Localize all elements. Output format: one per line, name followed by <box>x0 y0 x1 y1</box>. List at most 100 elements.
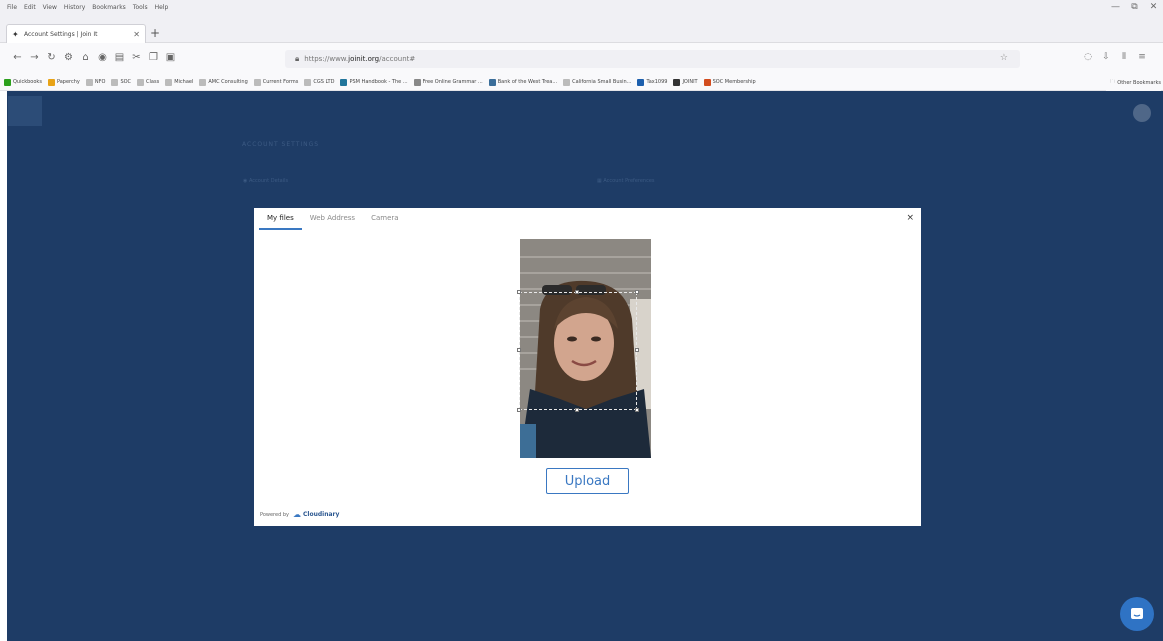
bookmark-star-icon[interactable]: ☆ <box>1000 53 1008 63</box>
settings-icon[interactable]: ⚙ <box>60 52 77 63</box>
maximize-button[interactable]: ⧉ <box>1125 2 1144 12</box>
bookmark-item[interactable]: Free Online Grammar ... <box>413 78 483 86</box>
user-avatar[interactable] <box>1133 104 1151 122</box>
home-icon[interactable]: ⌂ <box>77 52 94 63</box>
bookmark-label: CGS LTD <box>313 79 335 85</box>
paste-icon[interactable]: ▣ <box>162 52 179 63</box>
crop-handle-top-left[interactable] <box>517 290 521 294</box>
bookmark-item[interactable]: SOC <box>111 78 131 86</box>
crop-handle-bottom[interactable] <box>575 408 579 412</box>
crop-handle-right[interactable] <box>635 348 639 352</box>
browser-window: File Edit View History Bookmarks Tools H… <box>0 0 1163 641</box>
bookmark-favicon-icon <box>340 78 348 86</box>
bookmark-label: NFO <box>94 79 106 85</box>
account-preferences-option[interactable]: ▦ Account Preferences <box>597 178 655 184</box>
bookmark-label: PSM Handbook - The ... <box>349 79 408 85</box>
crop-handle-bottom-right[interactable] <box>635 408 639 412</box>
menu-tools[interactable]: Tools <box>133 4 148 11</box>
close-window-button[interactable]: ✕ <box>1144 2 1163 12</box>
bookmark-item[interactable]: Bank of the West Trea... <box>488 78 557 86</box>
other-bookmarks[interactable]: 🗀 Other Bookmarks <box>1106 74 1161 91</box>
url-bar[interactable]: 🔒︎ https://www.joinit.org/account# ☆ <box>285 50 1020 68</box>
chat-button[interactable] <box>1120 597 1154 631</box>
back-button[interactable]: ← <box>9 52 26 63</box>
bookmark-label: Current Forms <box>262 79 299 85</box>
account-details-option[interactable]: ◉ Account Details <box>243 178 288 184</box>
bookmark-favicon-icon <box>673 78 681 86</box>
navigation-bar: ← → ↻ ⚙ ⌂ ◉ ▤ ✂ ❐ ▣ 🔒︎ https://www.joini… <box>0 43 1163 74</box>
menu-edit[interactable]: Edit <box>24 4 36 11</box>
upload-dialog: My files Web Address Camera × Upload Pow… <box>254 208 921 526</box>
tab-close-icon[interactable]: ✕ <box>133 30 140 39</box>
bookmark-label: Free Online Grammar ... <box>422 79 483 85</box>
bookmark-item[interactable]: Current Forms <box>253 78 299 86</box>
bookmark-item[interactable]: Quickbooks <box>4 78 42 86</box>
tab-title: Account Settings | Join It <box>24 31 98 38</box>
menu-bookmarks[interactable]: Bookmarks <box>92 4 126 11</box>
bookmark-label: Tax1099 <box>646 79 668 85</box>
cut-icon[interactable]: ✂ <box>128 52 145 63</box>
bookmark-favicon-icon <box>85 78 93 86</box>
bookmark-favicon-icon <box>413 78 421 86</box>
bookmark-favicon-icon <box>137 78 145 86</box>
menu-bar: File Edit View History Bookmarks Tools H… <box>0 0 1163 14</box>
crop-handle-top[interactable] <box>575 290 579 294</box>
bookmark-item[interactable]: AMC Consulting <box>199 78 248 86</box>
bookmark-item[interactable]: CGS LTD <box>304 78 335 86</box>
close-dialog-icon[interactable]: × <box>906 213 914 223</box>
menu-view[interactable]: View <box>43 4 57 11</box>
menu-help[interactable]: Help <box>155 4 169 11</box>
extension-icon[interactable]: ◉ <box>94 52 111 63</box>
bookmark-favicon-icon <box>703 78 711 86</box>
crop-handle-top-right[interactable] <box>635 290 639 294</box>
crop-selection[interactable] <box>517 290 639 412</box>
calendar-icon[interactable]: ▤ <box>111 52 128 63</box>
menu-file[interactable]: File <box>7 4 17 11</box>
crop-handle-left[interactable] <box>517 348 521 352</box>
tab-my-files[interactable]: My files <box>259 214 302 230</box>
bookmark-favicon-icon <box>253 78 261 86</box>
bookmark-favicon-icon <box>637 78 645 86</box>
bookmark-label: SOC Membership <box>712 79 756 85</box>
bookmark-item[interactable]: Paperchy <box>47 78 80 86</box>
reload-button[interactable]: ↻ <box>43 52 60 63</box>
pocket-icon[interactable]: ◌ <box>1079 52 1097 62</box>
chat-icon <box>1131 608 1143 619</box>
tab-camera[interactable]: Camera <box>363 214 406 230</box>
bookmark-item[interactable]: California Small Busin... <box>563 78 631 86</box>
menu-hamburger-icon[interactable]: ≡ <box>1133 52 1151 62</box>
nav-buttons: ← → ↻ ⚙ ⌂ ◉ ▤ ✂ ❐ ▣ <box>9 52 179 63</box>
bookmark-favicon-icon <box>111 78 119 86</box>
bookmark-item[interactable]: SOC Membership <box>703 78 756 86</box>
bookmark-item[interactable]: PSM Handbook - The ... <box>340 78 408 86</box>
bookmark-label: Michael <box>174 79 194 85</box>
crop-handle-bottom-left[interactable] <box>517 408 521 412</box>
bookmark-item[interactable]: NFO <box>85 78 106 86</box>
bookmark-item[interactable]: Tax1099 <box>637 78 668 86</box>
bookmark-label: Class <box>146 79 160 85</box>
new-tab-button[interactable]: + <box>150 26 160 40</box>
bookmark-item[interactable]: Michael <box>165 78 194 86</box>
tab-account-settings[interactable]: ✦ Account Settings | Join It ✕ <box>6 24 146 44</box>
forward-button[interactable]: → <box>26 52 43 63</box>
bookmark-item[interactable]: JOINIT <box>673 78 698 86</box>
lock-icon: 🔒︎ <box>295 54 300 63</box>
bookmarks-bar: Quickbooks Paperchy NFO SOC Class Michael AMC … <box>0 74 1163 91</box>
window-controls: — ⧉ ✕ <box>1106 0 1163 14</box>
bookmark-favicon-icon <box>488 78 496 86</box>
cloudinary-logo-icon: ☁ <box>292 510 301 519</box>
bookmark-item[interactable]: Class <box>137 78 160 86</box>
site-logo[interactable] <box>8 96 42 126</box>
url-text: https://www.joinit.org/account# <box>304 55 416 63</box>
bookmark-favicon-icon <box>304 78 312 86</box>
bookmark-label: AMC Consulting <box>208 79 248 85</box>
library-icon[interactable]: ⫴ <box>1115 52 1133 62</box>
bookmark-favicon-icon <box>199 78 207 86</box>
tab-web-address[interactable]: Web Address <box>302 214 363 230</box>
upload-button[interactable]: Upload <box>546 468 629 494</box>
source-tabs: My files Web Address Camera <box>254 208 921 230</box>
minimize-button[interactable]: — <box>1106 2 1125 12</box>
copy-icon[interactable]: ❐ <box>145 52 162 63</box>
download-icon[interactable]: ⇩ <box>1097 52 1115 62</box>
menu-history[interactable]: History <box>64 4 85 11</box>
